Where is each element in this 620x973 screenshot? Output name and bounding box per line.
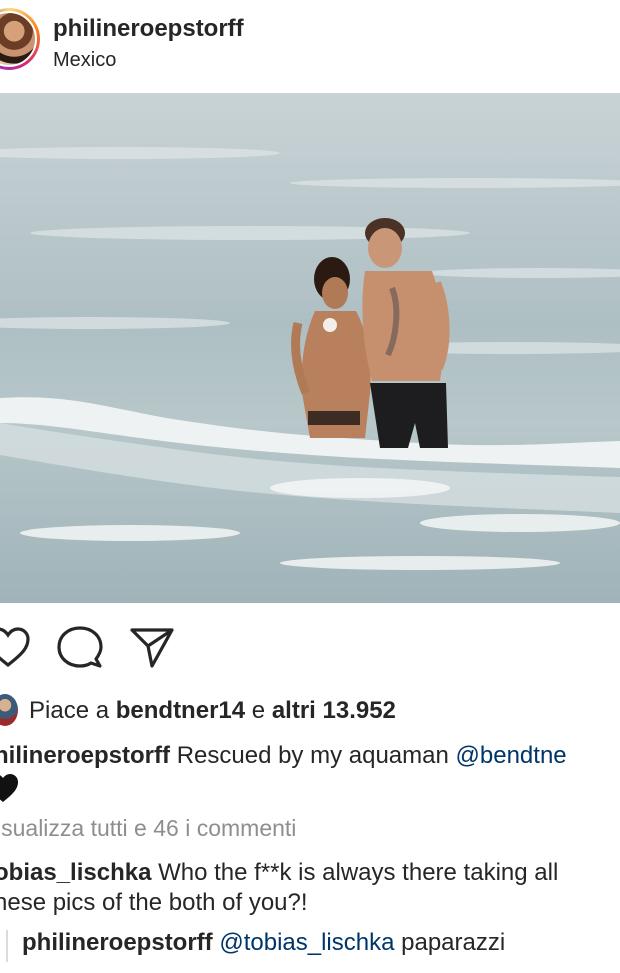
- likes-others[interactable]: altri 13.952: [272, 697, 396, 724]
- black-heart-icon: [0, 772, 20, 804]
- comment-reply: philineroepstorff @tobias_lischka papara…: [22, 929, 505, 957]
- comment-text-line1: Who the f**k is always there taking all: [158, 859, 559, 886]
- profile-avatar[interactable]: [0, 8, 40, 70]
- post-photo[interactable]: [0, 93, 620, 603]
- comment-text-line2: nese pics of the both of you?!: [0, 889, 308, 916]
- reply-username[interactable]: philineroepstorff: [22, 929, 213, 956]
- share-button[interactable]: [128, 624, 176, 672]
- reply-text: paparazzi: [401, 929, 506, 956]
- caption-username[interactable]: hilineroepstorff: [0, 742, 170, 769]
- likes-user[interactable]: bendtner14: [116, 697, 245, 724]
- beach-photo-illustration: [0, 93, 620, 603]
- caption-mention[interactable]: @bendtne: [456, 742, 567, 769]
- post-username[interactable]: philineroepstorff: [53, 15, 244, 43]
- heart-outline-icon: [0, 627, 30, 668]
- comment-button[interactable]: [56, 624, 104, 672]
- likes-connector: e: [251, 697, 266, 724]
- reply-mention[interactable]: @tobias_lischka: [219, 929, 394, 956]
- caption-text: Rescued by my aquaman: [176, 742, 449, 769]
- reply-thread-line: [6, 930, 8, 962]
- likes-prefix: Piace a: [29, 697, 110, 724]
- avatar-image: [0, 11, 37, 67]
- likes-summary[interactable]: Piace a bendtner14 e altri 13.952: [29, 697, 396, 725]
- paper-plane-icon: [130, 628, 174, 668]
- liker-avatar[interactable]: [0, 694, 18, 726]
- comment: obias_lischka Who the f**k is always the…: [0, 858, 558, 918]
- view-all-comments-link[interactable]: isualizza tutti e 46 i commenti: [0, 815, 296, 842]
- like-button[interactable]: [0, 624, 32, 672]
- comment-bubble-icon: [57, 626, 103, 668]
- comment-username[interactable]: obias_lischka: [0, 859, 151, 886]
- post-location[interactable]: Mexico: [53, 49, 116, 72]
- post-caption: hilineroepstorff Rescued by my aquaman @…: [0, 742, 567, 770]
